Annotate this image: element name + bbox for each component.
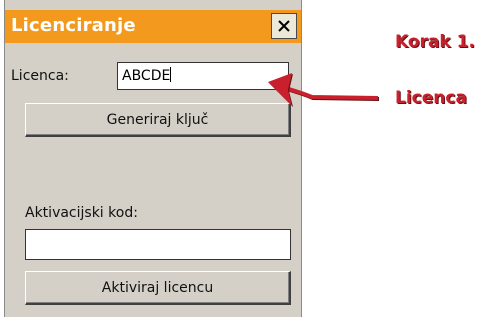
arrow-icon	[268, 73, 380, 107]
